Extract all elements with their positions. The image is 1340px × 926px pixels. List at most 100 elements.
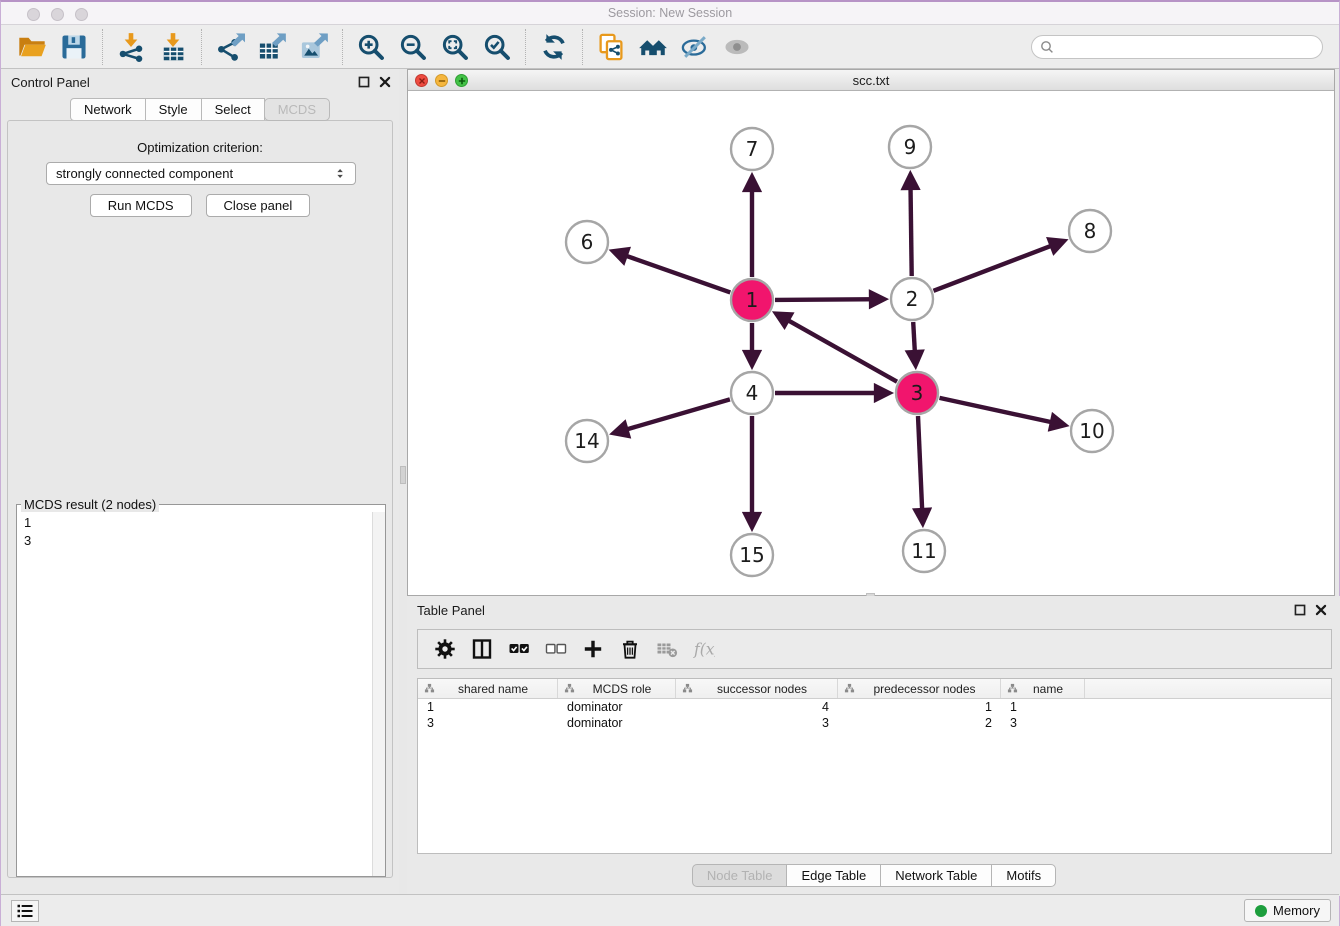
- zoom-fit-icon: [440, 32, 470, 62]
- column-type-icon: [1007, 683, 1018, 694]
- table-cell[interactable]: 1: [838, 699, 1001, 715]
- first-neighbors-button[interactable]: [632, 28, 674, 66]
- export-image-button[interactable]: [293, 28, 335, 66]
- graph-edge-2-8[interactable]: [934, 242, 1062, 291]
- graph-node-9[interactable]: 9: [889, 126, 931, 168]
- graph-node-8[interactable]: 8: [1069, 210, 1111, 252]
- table-cell[interactable]: 1: [418, 699, 558, 715]
- graph-edge-1-2[interactable]: [775, 299, 881, 300]
- search-box[interactable]: [1031, 35, 1323, 59]
- deselect-all-rows-button[interactable]: [537, 633, 574, 665]
- float-panel-icon[interactable]: [357, 75, 370, 88]
- column-header-successor-nodes[interactable]: successor nodes: [676, 679, 838, 698]
- memory-button[interactable]: Memory: [1244, 899, 1331, 922]
- column-header-predecessor-nodes[interactable]: predecessor nodes: [838, 679, 1001, 698]
- eye-icon: [722, 32, 752, 62]
- float-table-panel-icon[interactable]: [1293, 603, 1306, 616]
- export-table-button[interactable]: [251, 28, 293, 66]
- graph-edge-3-1[interactable]: [779, 315, 897, 382]
- open-session-button[interactable]: [11, 28, 53, 66]
- deselect-all-icon: [545, 638, 567, 660]
- window-titlebar: Session: New Session: [1, 2, 1339, 25]
- splitter-handle[interactable]: [400, 466, 406, 484]
- graph-node-6[interactable]: 6: [566, 221, 608, 263]
- graph-edge-4-14[interactable]: [617, 399, 730, 432]
- graph-edge-3-11[interactable]: [918, 416, 923, 520]
- graph-node-4[interactable]: 4: [731, 372, 773, 414]
- table-cell[interactable]: 2: [838, 715, 1001, 731]
- export-network-button[interactable]: [209, 28, 251, 66]
- table-settings-button[interactable]: [426, 633, 463, 665]
- graph-edge-3-10[interactable]: [940, 398, 1062, 425]
- mcds-result-item[interactable]: 1: [18, 514, 371, 532]
- control-panel-header: Control Panel: [1, 69, 399, 96]
- tab-select[interactable]: Select: [201, 98, 265, 121]
- save-session-button[interactable]: [53, 28, 95, 66]
- table-row[interactable]: 1dominator411: [418, 699, 1331, 715]
- apply-layout-button[interactable]: [533, 28, 575, 66]
- open-folder-icon: [17, 32, 47, 62]
- trash-icon: [619, 638, 641, 660]
- graph-edge-2-3[interactable]: [913, 322, 915, 362]
- tab-node-table[interactable]: Node Table: [692, 864, 788, 887]
- create-column-button[interactable]: [574, 633, 611, 665]
- delete-columns-button[interactable]: [611, 633, 648, 665]
- tab-network[interactable]: Network: [70, 98, 146, 121]
- graph-node-2[interactable]: 2: [891, 278, 933, 320]
- clone-network-button[interactable]: [590, 28, 632, 66]
- graph-node-11[interactable]: 11: [903, 530, 945, 572]
- zoom-out-button[interactable]: [392, 28, 434, 66]
- control-panel-tabs: NetworkStyleSelectMCDS: [1, 98, 399, 121]
- tab-mcds[interactable]: MCDS: [264, 98, 330, 121]
- graph-edge-2-9[interactable]: [910, 178, 911, 276]
- show-columns-button[interactable]: [463, 633, 500, 665]
- result-scrollbar[interactable]: [372, 512, 385, 876]
- close-panel-icon[interactable]: [378, 75, 391, 88]
- table-cell[interactable]: 1: [1001, 699, 1085, 715]
- mcds-result-item[interactable]: 3: [18, 532, 371, 550]
- svg-text:1: 1: [746, 288, 759, 312]
- optimization-criterion-select[interactable]: strongly connected component: [46, 162, 356, 185]
- tab-network-table[interactable]: Network Table: [880, 864, 992, 887]
- zoom-in-button[interactable]: [350, 28, 392, 66]
- panel-splitter[interactable]: [399, 69, 407, 896]
- graph-node-10[interactable]: 10: [1071, 410, 1113, 452]
- graph-node-3[interactable]: 3: [896, 372, 938, 414]
- tab-edge-table[interactable]: Edge Table: [786, 864, 881, 887]
- table-cell[interactable]: dominator: [558, 715, 676, 731]
- table-row[interactable]: 3dominator323: [418, 715, 1331, 731]
- network-canvas[interactable]: 7 9 6 8 1 2 4 3 14 10 15 11: [408, 91, 1334, 595]
- graph-node-14[interactable]: 14: [566, 420, 608, 462]
- close-panel-button[interactable]: Close panel: [206, 194, 311, 217]
- graph-node-7[interactable]: 7: [731, 128, 773, 170]
- run-mcds-button[interactable]: Run MCDS: [90, 194, 192, 217]
- table-column-headers: shared nameMCDS rolesuccessor nodesprede…: [418, 679, 1331, 699]
- zoom-fit-button[interactable]: [434, 28, 476, 66]
- close-table-panel-icon[interactable]: [1314, 603, 1327, 616]
- column-header-name[interactable]: name: [1001, 679, 1085, 698]
- tab-style[interactable]: Style: [145, 98, 202, 121]
- graph-edge-1-6[interactable]: [616, 252, 730, 292]
- table-cell[interactable]: 3: [1001, 715, 1085, 731]
- select-all-rows-button[interactable]: [500, 633, 537, 665]
- table-cell[interactable]: 3: [676, 715, 838, 731]
- zoom-selected-icon: [482, 32, 512, 62]
- import-network-button[interactable]: [110, 28, 152, 66]
- graph-node-1[interactable]: 1: [731, 279, 773, 321]
- import-table-icon: [158, 32, 188, 62]
- hide-selected-button[interactable]: [674, 28, 716, 66]
- optimization-criterion-label: Optimization criterion:: [8, 140, 392, 155]
- table-cell[interactable]: 3: [418, 715, 558, 731]
- table-cell[interactable]: 4: [676, 699, 838, 715]
- zoom-selected-button[interactable]: [476, 28, 518, 66]
- table-cell[interactable]: dominator: [558, 699, 676, 715]
- graph-node-15[interactable]: 15: [731, 534, 773, 576]
- search-input[interactable]: [1059, 40, 1314, 54]
- import-table-button[interactable]: [152, 28, 194, 66]
- column-header-MCDS-role[interactable]: MCDS role: [558, 679, 676, 698]
- tab-motifs[interactable]: Motifs: [991, 864, 1056, 887]
- column-header-shared-name[interactable]: shared name: [418, 679, 558, 698]
- svg-text:9: 9: [904, 135, 917, 159]
- control-panel: Control Panel NetworkStyleSelectMCDS Opt…: [1, 69, 399, 896]
- task-history-button[interactable]: [11, 900, 39, 922]
